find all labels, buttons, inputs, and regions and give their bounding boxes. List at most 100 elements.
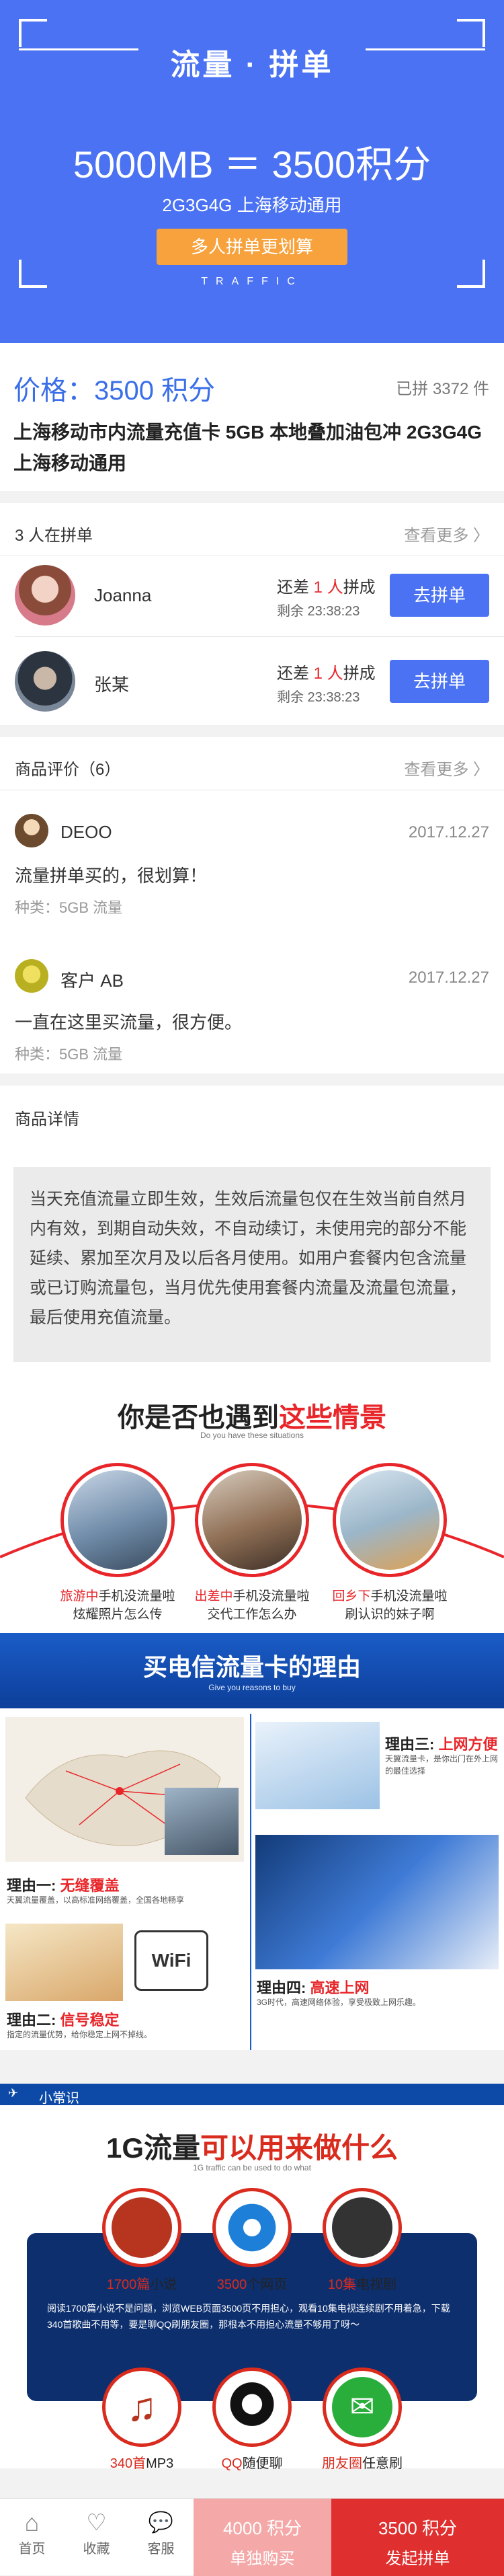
tip-label: 朋友圈任意刷 xyxy=(295,2452,429,2472)
group-user-name: 张某 xyxy=(94,675,130,695)
still-prefix: 还差 xyxy=(277,665,309,683)
caption-line2: 炫耀照片怎么传 xyxy=(73,1607,163,1622)
reason-red: 无缝覆盖 xyxy=(60,1877,120,1894)
product-info: 价格：3500 积分 已拼 3372 件 上海移动市内流量充值卡 5GB 本地叠… xyxy=(0,343,504,491)
shopping-cards-image xyxy=(255,1722,380,1809)
start-group-button[interactable]: 3500 积分 发起拼单 xyxy=(331,2499,504,2576)
qq-penguin-icon xyxy=(222,2377,282,2437)
group-still-need: 还差 1 人拼成 xyxy=(277,660,376,683)
avatar xyxy=(15,565,75,626)
solo-label: 单独购买 xyxy=(230,2550,295,2568)
title-black: 1G流量 xyxy=(106,2132,200,2164)
tips-panel-text: 阅读1700篇小说不是问题，浏览WEB页面3500页不用担心，观看10集电视连续… xyxy=(47,2303,450,2330)
still-count: 1 人 xyxy=(313,578,343,597)
caption-line2: 刷认识的妹子啊 xyxy=(345,1607,435,1622)
lightning-icon: ✈ xyxy=(8,2086,19,2100)
situation-caption: 旅游中手机没流量啦炫耀照片怎么传 xyxy=(50,1587,185,1624)
group-remaining-time: 剩余 23:38:23 xyxy=(277,604,360,619)
tip-label: 10集电视剧 xyxy=(295,2273,429,2293)
music-circle: ♫ xyxy=(102,2367,181,2447)
business-man-photo xyxy=(165,1788,239,1855)
promo-situations-subtitle: Do you have these situations xyxy=(200,1431,304,1440)
reason-3-desc: 天翼流量卡，是你出门在外上网的最佳选择 xyxy=(385,1754,499,1776)
reason-red: 高速上网 xyxy=(310,1979,370,1996)
reason-1-desc: 天翼流量覆盖，以高标准网络覆盖，全国各地畅享 xyxy=(7,1895,185,1905)
avatar xyxy=(15,959,48,993)
heart-icon: ♡ xyxy=(86,2510,107,2536)
reviewer-name: DEOO xyxy=(60,822,112,842)
tip-black: 随便聊 xyxy=(242,2456,283,2471)
buy-solo-button[interactable]: 4000 积分 单独购买 xyxy=(194,2499,331,2576)
product-title: 上海移动市内流量充值卡 5GB 本地叠加油包冲 2G3G4G 上海移动通用 xyxy=(13,422,482,473)
reviews-more-label: 查看更多 xyxy=(404,761,469,779)
tip-black: 任意刷 xyxy=(362,2456,403,2471)
join-group-button[interactable]: 去拼单 xyxy=(390,660,489,703)
tip-red: 10集 xyxy=(327,2277,357,2292)
reason-label: 理由二: xyxy=(7,2012,56,2029)
caption-red: 旅游中 xyxy=(60,1589,99,1603)
banner-traffic-text: TRAFFIC xyxy=(201,276,303,287)
tip-red: QQ xyxy=(221,2456,243,2471)
caption-red: 回乡下 xyxy=(332,1589,371,1603)
caption-black: 手机没流量啦 xyxy=(370,1589,448,1603)
business-photo xyxy=(198,1466,306,1574)
group-more-link[interactable]: 查看更多 〉 xyxy=(404,522,489,545)
group-price: 3500 积分 xyxy=(378,2518,458,2538)
qq-circle xyxy=(212,2367,292,2447)
caption-red: 出差中 xyxy=(194,1589,233,1603)
chevron-right-icon: 〉 xyxy=(473,527,489,545)
divider xyxy=(15,636,504,637)
ie-browser-icon xyxy=(222,2197,282,2258)
hero-banner: 流量 · 拼单 5000MB ＝ 3500积分 2G3G4G 上海移动通用 多人… xyxy=(0,0,504,343)
tips-bar: ✈ 小常识 xyxy=(0,2084,504,2106)
tips-bar-label: 小常识 xyxy=(39,2091,79,2106)
chat-bubble-icon: 💬 xyxy=(148,2511,174,2534)
group-more-label: 查看更多 xyxy=(404,527,469,545)
wifi-icon: WiFi xyxy=(134,1930,208,1991)
caption-black: 手机没流量啦 xyxy=(98,1589,175,1603)
sold-count: 已拼 3372 件 xyxy=(396,380,489,398)
chevron-right-icon: 〉 xyxy=(473,761,489,779)
tip-black: MP3 xyxy=(146,2456,174,2471)
group-remaining-time: 剩余 23:38:23 xyxy=(277,690,360,705)
group-buy-cta-button[interactable]: 多人拼单更划算 xyxy=(157,229,347,265)
tip-red: 1700篇 xyxy=(106,2277,151,2292)
woman-phone-photo xyxy=(5,1924,123,2001)
promo-situations-title: 你是否也遇到这些情景 xyxy=(0,1396,504,1435)
still-count: 1 人 xyxy=(313,665,343,683)
reasons-title: 买电信流量卡的理由 xyxy=(142,1653,361,1681)
group-header: 3 人在拼单 xyxy=(15,527,93,545)
situation-caption: 出差中手机没流量啦 交代工作怎么办 xyxy=(185,1587,319,1624)
caption-black: 手机没流量啦 xyxy=(233,1589,310,1603)
tab-service[interactable]: 💬 客服 xyxy=(129,2508,193,2557)
promo-reasons: 买电信流量卡的理由 Give you reasons to buy 理由一: 无… xyxy=(0,1633,504,2050)
tab-service-label: 客服 xyxy=(147,2542,175,2556)
details-header: 商品详情 xyxy=(15,1110,79,1129)
tip-red: 3500 xyxy=(216,2277,247,2292)
reasons-banner: 买电信流量卡的理由 Give you reasons to buy xyxy=(0,1633,504,1708)
group-label: 发起拼单 xyxy=(385,2550,450,2568)
reason-label: 理由四: xyxy=(257,1979,306,1996)
tip-black: 个网页 xyxy=(247,2277,288,2292)
review-text: 一直在这里买流量，很方便。 xyxy=(15,1012,243,1032)
reason-label: 理由一: xyxy=(7,1877,56,1894)
group-user-name: Joanna xyxy=(94,585,152,605)
review-kind: 种类：5GB 流量 xyxy=(15,1046,123,1063)
reason-4-title: 理由四: 高速上网 xyxy=(257,1976,369,1998)
reason-1-title: 理由一: 无缝覆盖 xyxy=(7,1874,119,1895)
web-pages-image xyxy=(255,1835,499,1969)
tip-red: 朋友圈 xyxy=(322,2456,362,2471)
tab-favorite[interactable]: ♡ 收藏 xyxy=(65,2508,128,2557)
reviews-more-link[interactable]: 查看更多 〉 xyxy=(404,756,489,780)
wechat-circle: ✉ xyxy=(323,2367,402,2447)
film-reel-icon xyxy=(332,2197,392,2258)
tab-home[interactable]: ⌂ 首页 xyxy=(0,2508,64,2557)
solo-price: 4000 积分 xyxy=(222,2518,302,2538)
reason-2-desc: 指定的流量优势，给你稳定上网不掉线。 xyxy=(7,2030,153,2039)
reviewer-name: 客户 AB xyxy=(60,971,124,991)
product-price: 价格：3500 积分 xyxy=(13,376,216,406)
reason-2-title: 理由二: 信号稳定 xyxy=(7,2008,119,2030)
reviews-header: 商品评价（6） xyxy=(15,761,121,779)
join-group-button[interactable]: 去拼单 xyxy=(390,574,489,617)
tips-subtitle: 1G traffic can be used to do what xyxy=(193,2163,311,2172)
